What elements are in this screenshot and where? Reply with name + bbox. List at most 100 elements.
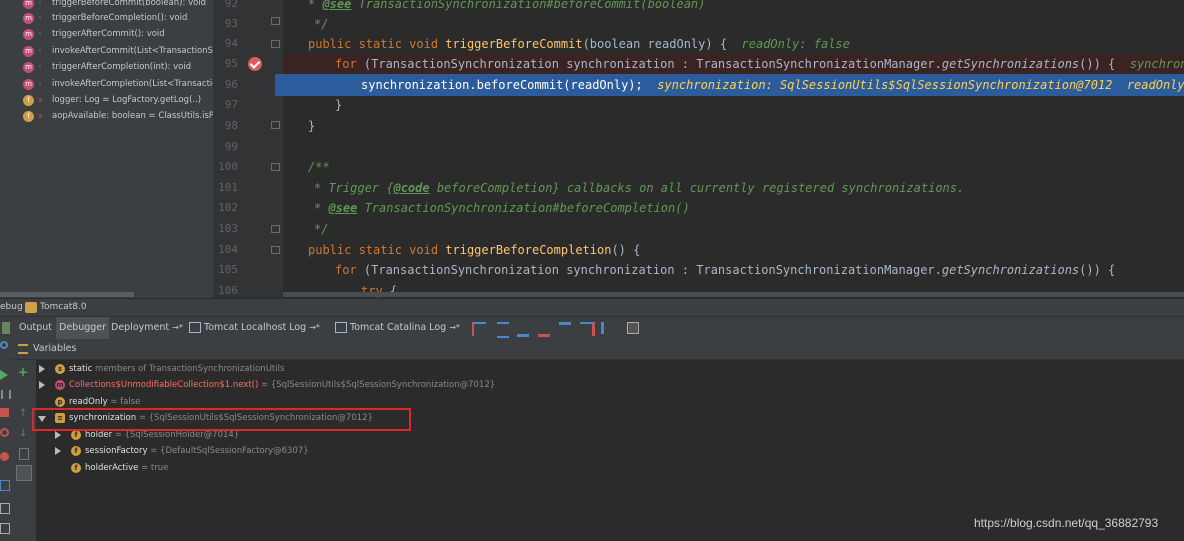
parameter-icon: p: [55, 397, 65, 407]
structure-item[interactable]: f a logger: Log = LogFactory.getLog(..): [0, 92, 213, 108]
move-watch-up-icon[interactable]: ↑: [19, 408, 27, 419]
force-step-into-icon[interactable]: [538, 322, 550, 337]
code-line-95: for (TransactionSynchronization synchron…: [335, 57, 1184, 71]
new-watch-icon[interactable]: +: [18, 365, 28, 379]
variable-value: = {SqlSessionHolder@7014}: [112, 430, 240, 440]
duplicate-watch-icon[interactable]: [19, 448, 29, 460]
method-icon: m: [23, 0, 34, 9]
fold-marker-icon[interactable]: [271, 17, 280, 25]
variables-toolbar: + ↑ ↓: [11, 360, 36, 541]
evaluate-expression-icon[interactable]: [627, 322, 639, 334]
tab-output[interactable]: Output: [16, 317, 55, 339]
log-icon: [335, 322, 347, 333]
tab-tomcat-localhost-log[interactable]: Tomcat Localhost Log →*: [186, 317, 323, 339]
structure-item-label: triggerBeforeCommit(boolean): void: [52, 0, 207, 8]
expand-arrow-icon[interactable]: [55, 447, 61, 455]
line-number: 95: [224, 57, 238, 70]
resume-icon[interactable]: [0, 370, 8, 380]
code-line-97: }: [335, 98, 343, 112]
view-breakpoints-icon[interactable]: [0, 428, 9, 437]
code-line-104: public static void triggerBeforeCompleti…: [308, 243, 641, 257]
pin-arrow-icon: →*: [172, 323, 183, 332]
structure-item[interactable]: m ◦ triggerAfterCommit(): void: [0, 26, 213, 42]
show-execution-point-icon[interactable]: [472, 322, 486, 336]
step-into-icon[interactable]: [517, 322, 529, 337]
public-icon: ◦: [38, 63, 43, 71]
method-icon: m: [23, 28, 34, 40]
tab-tomcat-catalina-log[interactable]: Tomcat Catalina Log →*: [332, 317, 463, 339]
move-watch-down-icon[interactable]: ↓: [19, 428, 27, 439]
field-icon: f: [23, 94, 34, 106]
expand-arrow-icon[interactable]: [55, 431, 61, 439]
structure-horizontal-scrollbar[interactable]: [0, 292, 134, 297]
tab-debugger[interactable]: Debugger: [56, 317, 110, 339]
show-watches-icon[interactable]: [16, 465, 32, 481]
variable-value: = {DefaultSqlSessionFactory@6307}: [147, 446, 309, 456]
code-line-93: */: [314, 17, 329, 31]
structure-item-label: invokeAfterCompletion(List<Transaction: [52, 79, 213, 89]
step-over-icon[interactable]: [497, 322, 509, 338]
fold-marker-icon[interactable]: [271, 40, 280, 48]
tab-deployment-label: Deployment: [111, 322, 170, 333]
structure-item-label: invokeAfterCommit(List<TransactionSyn: [52, 46, 213, 56]
variables-icon: [18, 344, 28, 354]
code-line-103: */: [314, 222, 329, 236]
line-number: 99: [224, 140, 238, 153]
line-number-gutter[interactable]: 92 93 94 95 96 97 98 99 100 101 102 103 …: [213, 0, 275, 298]
editor-horizontal-scrollbar[interactable]: [283, 292, 1184, 297]
rerun-icon[interactable]: [2, 322, 10, 334]
debug-left-toolbar: [0, 338, 11, 541]
structure-item[interactable]: m ◦ triggerAfterCompletion(int): void: [0, 59, 213, 75]
run-config-name[interactable]: Tomcat8.0: [40, 302, 87, 312]
fold-marker-icon[interactable]: [271, 163, 280, 171]
expand-arrow-icon[interactable]: [39, 381, 45, 389]
drop-frame-icon[interactable]: [580, 322, 595, 336]
restart-icon[interactable]: [0, 341, 8, 349]
structure-item[interactable]: m ◦ triggerBeforeCompletion(): void: [0, 10, 213, 26]
pause-icon[interactable]: [1, 390, 11, 399]
variable-name: static: [69, 364, 93, 374]
structure-item-label: triggerAfterCommit(): void: [52, 29, 165, 39]
structure-item[interactable]: m ◦ invokeAfterCompletion(List<Transacti…: [0, 76, 213, 92]
step-out-icon[interactable]: [559, 322, 571, 337]
structure-item[interactable]: m ◦ invokeAfterCommit(List<TransactionSy…: [0, 43, 213, 59]
method-icon: m: [23, 45, 34, 57]
tab-deployment[interactable]: Deployment →*: [108, 317, 186, 339]
public-icon: ◦: [38, 47, 43, 55]
code-line-92: * @see TransactionSynchronization#before…: [308, 0, 706, 11]
code-editor[interactable]: 92 93 94 95 96 97 98 99 100 101 102 103 …: [213, 0, 1184, 298]
field-icon: f: [71, 430, 81, 440]
variable-value: = true: [138, 463, 169, 473]
fold-marker-icon[interactable]: [271, 225, 280, 233]
line-number: 104: [218, 243, 238, 256]
pin-arrow-icon: →*: [449, 323, 460, 332]
variable-value: = {SqlSessionUtils$SqlSessionSynchroniza…: [258, 380, 496, 390]
fold-marker-icon[interactable]: [271, 246, 280, 254]
settings-icon[interactable]: [0, 503, 10, 514]
variable-name: holder: [85, 430, 113, 440]
variable-name: holderActive: [85, 463, 139, 473]
run-to-cursor-icon[interactable]: [601, 322, 616, 334]
code-line-96: synchronization.beforeCommit(readOnly); …: [361, 78, 1184, 92]
line-number: 103: [218, 222, 238, 235]
code-line-101: * Trigger {@code beforeCompletion} callb…: [314, 181, 965, 195]
mute-breakpoints-icon[interactable]: [0, 452, 9, 461]
public-icon: ◦: [38, 0, 43, 7]
debug-window-title-bar: ebug Tomcat8.0: [0, 298, 1184, 317]
expand-arrow-icon[interactable]: [39, 365, 45, 373]
code-line-100: /**: [308, 160, 330, 174]
structure-item[interactable]: f a aopAvailable: boolean = ClassUtils.i…: [0, 108, 213, 124]
breakpoint-verified-icon[interactable]: [248, 57, 262, 71]
get-thread-dump-icon[interactable]: [0, 480, 10, 491]
variables-header: Variables: [11, 339, 1184, 360]
tab-tomcat-localhost-log-label: Tomcat Localhost Log: [204, 322, 307, 333]
line-number: 100: [218, 160, 238, 173]
stop-icon[interactable]: [0, 408, 9, 417]
fold-marker-icon[interactable]: [271, 121, 280, 129]
variables-title: Variables: [33, 343, 77, 354]
debug-tab-bar: Output Debugger Deployment →* Tomcat Loc…: [0, 316, 1184, 340]
layout-icon[interactable]: [0, 523, 10, 534]
method-icon: m: [23, 78, 34, 90]
public-icon: ◦: [38, 30, 43, 38]
static-icon: s: [55, 364, 65, 374]
